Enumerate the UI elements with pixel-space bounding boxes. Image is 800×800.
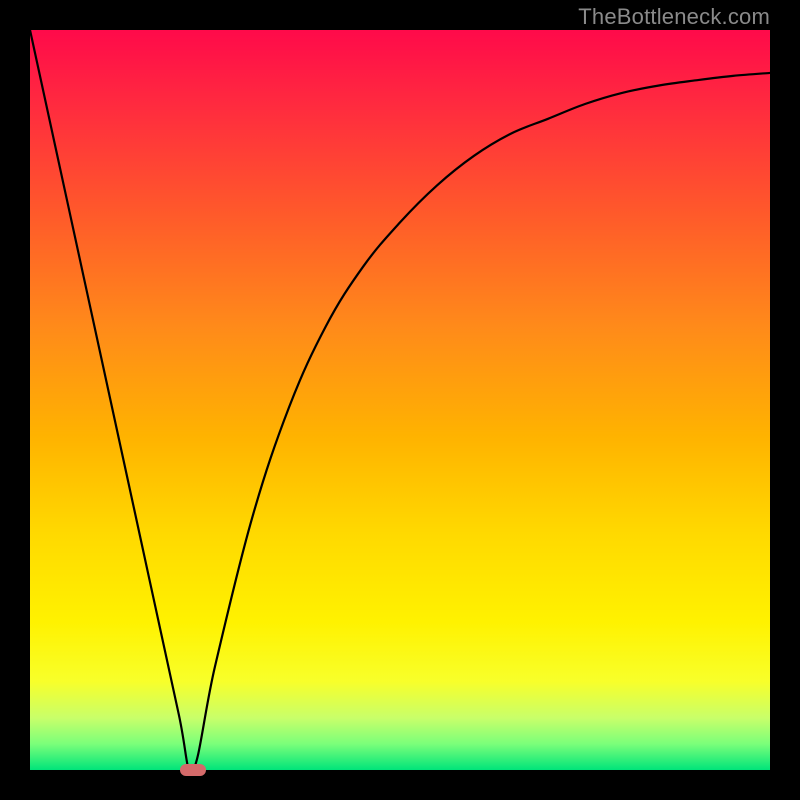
bottleneck-curve-svg xyxy=(30,30,770,770)
optimum-marker xyxy=(180,764,206,776)
chart-container: TheBottleneck.com xyxy=(0,0,800,800)
bottleneck-curve-path xyxy=(30,30,770,770)
watermark-text: TheBottleneck.com xyxy=(578,4,770,30)
